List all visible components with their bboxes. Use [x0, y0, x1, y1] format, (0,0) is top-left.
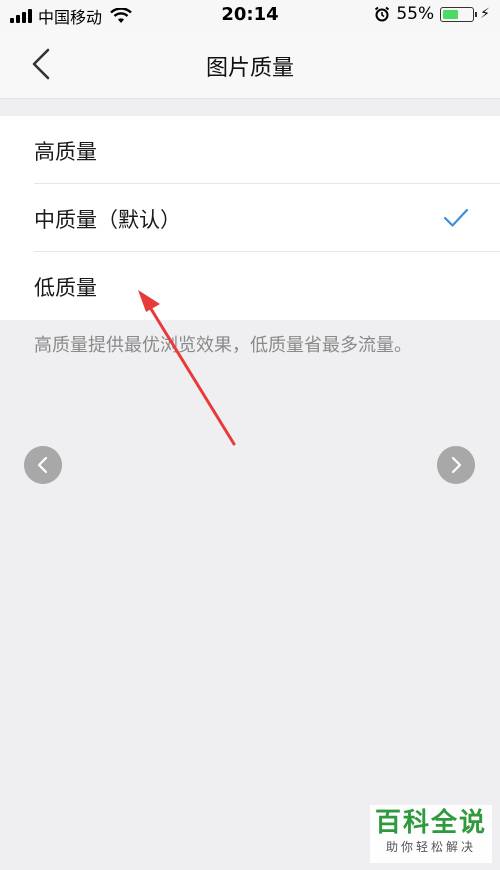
- option-label: 低质量: [34, 276, 97, 300]
- option-medium-quality[interactable]: 中质量（默认）: [0, 184, 500, 252]
- quality-options-list: 高质量 中质量（默认） 低质量: [0, 116, 500, 320]
- page-title: 图片质量: [205, 56, 294, 81]
- nav-bar: 图片质量: [0, 30, 500, 99]
- option-label: 中质量（默认）: [34, 208, 181, 232]
- option-low-quality[interactable]: 低质量: [0, 252, 500, 320]
- watermark-title: 百科全说: [374, 808, 487, 838]
- watermark-subtitle: 助你轻松解决: [385, 840, 476, 854]
- status-right: 55% ⚡: [374, 4, 490, 24]
- quality-description: 高质量提供最优浏览效果，低质量省最多流量。: [34, 335, 412, 356]
- charging-bolt-icon: ⚡: [480, 6, 490, 22]
- alarm-clock-icon: [375, 6, 390, 22]
- battery-fill: [443, 9, 459, 19]
- option-high-quality[interactable]: 高质量: [0, 116, 500, 184]
- checkmark-icon: [443, 208, 469, 227]
- battery-percent: 55%: [396, 4, 435, 24]
- next-page-button[interactable]: [437, 446, 475, 484]
- option-label: 高质量: [34, 140, 97, 164]
- watermark-logo: 百科全说 助你轻松解决: [370, 805, 492, 863]
- battery-icon: [440, 6, 478, 22]
- status-bar: 中国移动 20:14 55% ⚡: [0, 0, 500, 30]
- previous-page-button[interactable]: [24, 446, 62, 484]
